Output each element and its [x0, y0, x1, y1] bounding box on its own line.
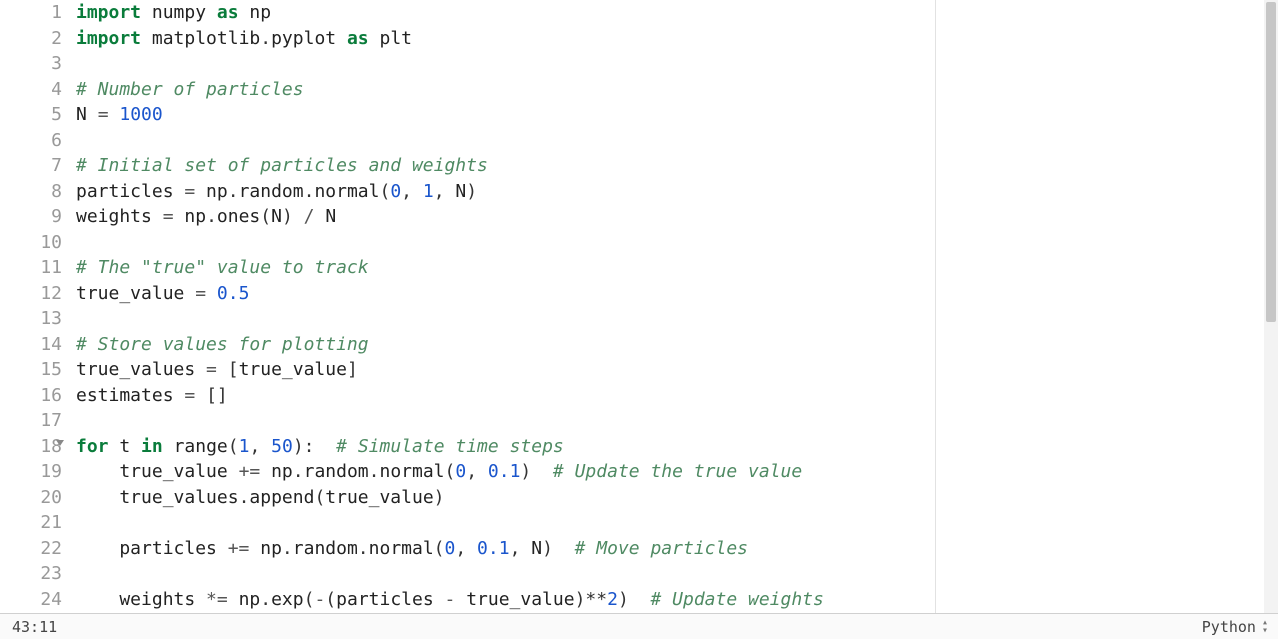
line-number: 17	[0, 408, 62, 434]
vertical-scrollbar[interactable]	[1264, 0, 1278, 613]
line-number: 8	[0, 179, 62, 205]
line-number: 6	[0, 128, 62, 154]
line-number: 20	[0, 485, 62, 511]
status-bar: 43:11 Python ▴▾	[0, 613, 1278, 639]
line-number-gutter: 123456789101112131415161718192021222324	[0, 0, 68, 613]
line-number: 16	[0, 383, 62, 409]
line-number: 19	[0, 459, 62, 485]
line-number: 10	[0, 230, 62, 256]
line-number: 21	[0, 510, 62, 536]
line-number: 22	[0, 536, 62, 562]
scrollbar-thumb[interactable]	[1266, 2, 1276, 322]
line-number: 23	[0, 561, 62, 587]
line-number: 14	[0, 332, 62, 358]
fold-icon[interactable]	[56, 440, 64, 446]
chevron-updown-icon: ▴▾	[1262, 619, 1268, 635]
side-panel	[936, 0, 1278, 613]
line-number: 4	[0, 77, 62, 103]
line-number: 11	[0, 255, 62, 281]
line-number: 15	[0, 357, 62, 383]
line-number: 13	[0, 306, 62, 332]
line-number: 3	[0, 51, 62, 77]
line-number: 7	[0, 153, 62, 179]
line-number: 9	[0, 204, 62, 230]
language-label: Python	[1202, 618, 1256, 636]
line-number: 1	[0, 0, 62, 26]
line-number: 24	[0, 587, 62, 613]
line-number: 18	[0, 434, 62, 460]
line-number: 2	[0, 26, 62, 52]
language-selector[interactable]: Python ▴▾	[1202, 618, 1268, 636]
line-number: 12	[0, 281, 62, 307]
cursor-position: 43:11	[12, 618, 57, 636]
line-number: 5	[0, 102, 62, 128]
